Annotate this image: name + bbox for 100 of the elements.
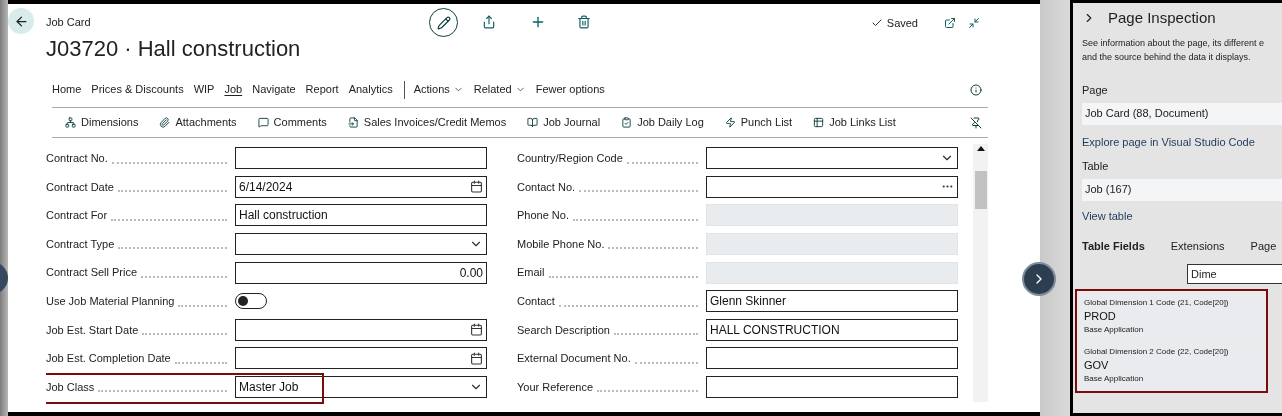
- field-label: External Document No.: [517, 351, 631, 367]
- section-label: Table: [1082, 159, 1110, 174]
- field-value: 6/14/2024: [239, 178, 293, 196]
- input-field[interactable]: [235, 318, 487, 341]
- input-field[interactable]: [706, 347, 958, 370]
- scrollbar[interactable]: [973, 144, 988, 402]
- menu-tab[interactable]: Job: [224, 81, 243, 98]
- field-label: Contract No.: [46, 151, 108, 167]
- field-value: Master Job: [239, 379, 299, 397]
- action-button[interactable]: Sales Invoices/Credit Memos: [347, 114, 507, 131]
- menu-tab[interactable]: Report: [305, 81, 339, 98]
- info-field: Job (167): [1082, 178, 1282, 201]
- dropdown-field[interactable]: Master Job: [235, 376, 487, 399]
- collapse-icon[interactable]: [968, 17, 980, 29]
- field-label: Country/Region Code: [517, 151, 623, 167]
- panel-description: and the source behind the data it displays.: [1082, 51, 1251, 64]
- unpin-icon[interactable]: [970, 116, 982, 129]
- input-field[interactable]: [235, 147, 487, 170]
- input-field[interactable]: [706, 175, 958, 198]
- calendar-icon[interactable]: [470, 323, 483, 337]
- field-label: Phone No.: [517, 208, 569, 224]
- panel-tab[interactable]: Page: [1237, 237, 1282, 255]
- plus-icon[interactable]: [530, 14, 546, 30]
- field-source: Base Application: [1084, 373, 1145, 385]
- table-icon: [813, 117, 825, 128]
- field-value: Hall construction: [239, 207, 328, 225]
- field-label: Contact No.: [517, 179, 576, 195]
- menu-tab[interactable]: Navigate: [252, 81, 296, 98]
- trash-icon[interactable]: [577, 15, 591, 29]
- field-label: Your Reference: [517, 379, 594, 395]
- speech-bubble-icon: [257, 117, 269, 128]
- field-caption: Global Dimension 1 Code (21, Code[20]): [1084, 297, 1230, 309]
- saved-status: Saved: [886, 16, 918, 31]
- field-value: PROD: [1084, 309, 1117, 324]
- menu-tab[interactable]: Fewer options: [535, 81, 605, 98]
- menu-tab[interactable]: Actions: [413, 81, 464, 98]
- input-field[interactable]: [235, 347, 487, 370]
- input-field[interactable]: Glenn Skinner: [706, 290, 958, 313]
- document-arrow-icon: [347, 117, 359, 128]
- action-button[interactable]: Job Links List: [813, 114, 896, 131]
- field-label: Contract For: [46, 208, 108, 224]
- field-value: 0.00: [459, 264, 483, 282]
- field-label: Use Job Material Planning: [46, 294, 175, 309]
- panel-tab[interactable]: Extensions: [1157, 237, 1238, 255]
- field-label: Job Est. Completion Date: [46, 351, 171, 367]
- calendar-icon[interactable]: [470, 351, 483, 365]
- page-title: J03720 · Hall construction: [46, 35, 302, 63]
- section-label: Page: [1082, 83, 1109, 98]
- field-label: Contact: [517, 294, 555, 309]
- action-button[interactable]: Dimensions: [65, 114, 139, 131]
- action-button[interactable]: Job Daily Log: [621, 114, 704, 131]
- field-label: Email: [517, 265, 545, 281]
- field-source: Base Application: [1084, 324, 1145, 336]
- input-field[interactable]: [706, 376, 958, 399]
- open-window-icon[interactable]: [944, 17, 956, 29]
- info-icon[interactable]: [970, 83, 982, 96]
- dropdown-field[interactable]: [235, 233, 487, 256]
- calendar-icon[interactable]: [470, 180, 483, 194]
- action-button[interactable]: Punch List: [724, 114, 793, 131]
- field-value: Glenn Skinner: [710, 293, 787, 311]
- network-icon: [65, 117, 76, 128]
- action-button[interactable]: Comments: [257, 114, 327, 131]
- lightning-icon: [724, 117, 736, 128]
- expand-button[interactable]: [1022, 262, 1056, 296]
- panel-description: See information about the page, its different e: [1082, 37, 1264, 50]
- field-label: Contract Date: [46, 179, 114, 195]
- dropdown-field[interactable]: [706, 147, 958, 170]
- menu-tab[interactable]: Home: [52, 81, 82, 98]
- field-value: GOV: [1084, 358, 1110, 373]
- field-caption: Global Dimension 2 Code (22, Code[20]): [1084, 346, 1230, 358]
- field-label: Mobile Phone No.: [517, 236, 605, 252]
- pencil-icon: [436, 15, 451, 30]
- breadcrumb: Job Card: [46, 15, 92, 30]
- menu-tab[interactable]: Analytics: [348, 81, 393, 98]
- panel-tab[interactable]: Table Fields: [1082, 237, 1158, 255]
- book-icon: [527, 117, 539, 128]
- filter-field[interactable]: Dime: [1187, 264, 1282, 284]
- panel-title: Page Inspection: [1108, 7, 1216, 28]
- input-field[interactable]: 0.00: [235, 261, 487, 284]
- input-field[interactable]: HALL CONSTRUCTION: [706, 318, 958, 341]
- field-label: Search Description: [517, 322, 610, 338]
- clipboard-check-icon: [621, 117, 633, 128]
- input-field[interactable]: Hall construction: [235, 204, 487, 227]
- field-label: Contract Type: [46, 236, 115, 252]
- back-button[interactable]: [8, 8, 34, 34]
- field-value: HALL CONSTRUCTION: [710, 321, 840, 339]
- menu-tab[interactable]: Related: [473, 81, 526, 98]
- menu-tab[interactable]: WIP: [193, 81, 215, 98]
- menu-tab[interactable]: Prices & Discounts: [91, 81, 184, 98]
- action-button[interactable]: Attachments: [159, 114, 237, 131]
- info-field: Job Card (88, Document): [1082, 102, 1282, 125]
- paperclip-icon: [159, 117, 171, 128]
- input-field[interactable]: 6/14/2024: [235, 175, 487, 198]
- field-label: Job Class: [46, 379, 95, 395]
- action-button[interactable]: Job Journal: [527, 114, 601, 131]
- share-icon[interactable]: [482, 15, 496, 29]
- field-label: Job Est. Start Date: [46, 322, 139, 338]
- link[interactable]: Explore page in Visual Studio Code: [1082, 133, 1282, 150]
- link[interactable]: View table: [1082, 207, 1282, 224]
- toggle-switch[interactable]: [235, 293, 267, 310]
